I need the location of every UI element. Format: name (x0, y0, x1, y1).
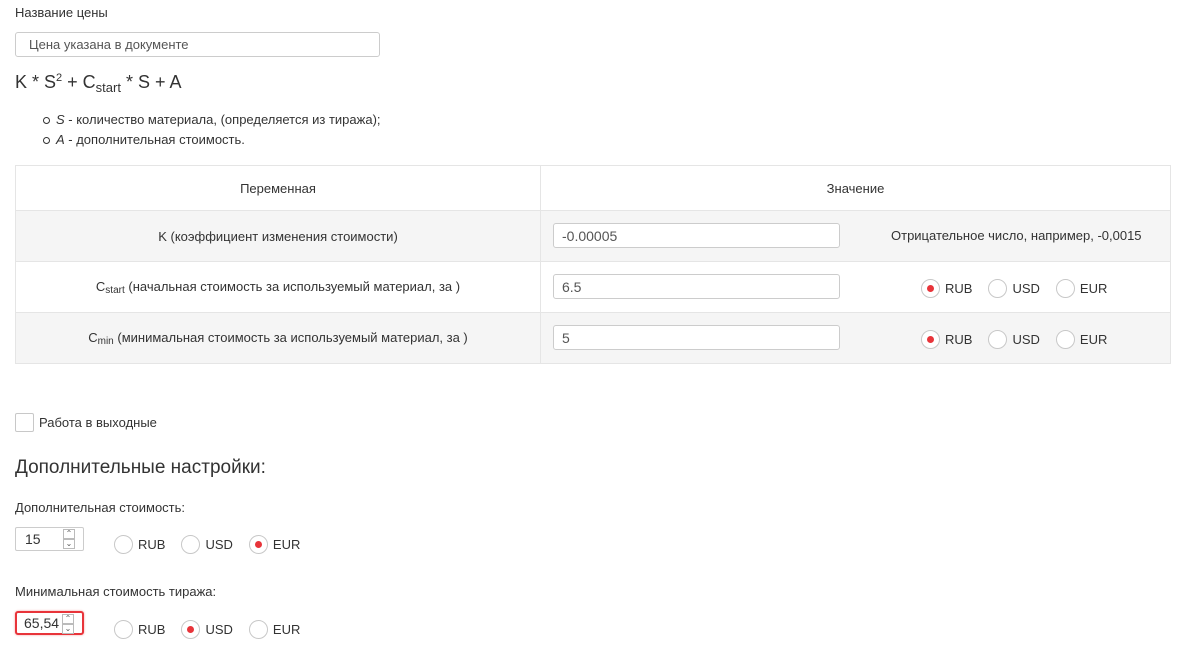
var-rest: (начальная стоимость за используемый мат… (124, 278, 461, 294)
var-sub: start (105, 284, 125, 296)
additional-cost-label: Дополнительная стоимость: (15, 500, 186, 515)
price-settings-page: Название цены K * S2 + Cstart * S + A S … (0, 0, 1186, 654)
spinner-arrows: ⌃ ⌄ (62, 614, 74, 634)
legend-text: - количество материала, (определяется из… (64, 112, 381, 127)
price-name-input[interactable] (15, 32, 380, 57)
formula-subscript: start (95, 80, 121, 95)
var-main: C (88, 329, 98, 345)
radio-circle[interactable] (1055, 279, 1075, 298)
radio-rub[interactable]: RUB (114, 535, 165, 554)
radio-label: EUR (272, 537, 301, 552)
min-run-cost-value: 65,54 (24, 615, 60, 631)
min-run-cost-label: Минимальная стоимость тиража: (15, 584, 217, 599)
c-start-input[interactable] (553, 274, 840, 299)
radio-label: USD (205, 622, 233, 637)
price-name-label: Название цены (15, 5, 108, 20)
radio-circle[interactable] (248, 620, 268, 639)
variables-table: Переменная Значение K (коэффициент измен… (15, 165, 1171, 364)
table-row-k: K (коэффициент изменения стоимости) Отри… (15, 210, 1171, 262)
additional-settings-title: Дополнительные настройки: (15, 457, 266, 478)
radio-label: USD (1012, 332, 1040, 347)
radio-rub[interactable]: RUB (114, 620, 165, 639)
min-run-cost-spinner[interactable]: 65,54 ⌃ ⌄ (15, 611, 84, 635)
variable-name: K (коэффициент изменения стоимости) (15, 210, 541, 262)
radio-circle[interactable] (988, 330, 1008, 349)
k-coefficient-hint: Отрицательное число, например, -0,0015 (891, 228, 1142, 243)
additional-cost-spinner[interactable]: 15 ⌃ ⌄ (15, 527, 84, 551)
radio-label: EUR (272, 622, 301, 637)
legend-item-a: A - дополнительная стоимость. (43, 130, 381, 150)
chevron-down-icon[interactable]: ⌄ (62, 624, 74, 634)
min-run-cost-currency-group: RUB USD EUR (114, 620, 316, 639)
pricing-formula: K * S2 + Cstart * S + A (15, 72, 182, 95)
formula-part-3: * S + A (120, 72, 182, 92)
weekend-work-option[interactable]: Работа в выходные (15, 413, 157, 432)
radio-eur[interactable]: EUR (1055, 330, 1108, 349)
c-min-currency-group: RUB USD EUR (921, 330, 1123, 349)
radio-eur[interactable]: EUR (1055, 279, 1108, 298)
variable-value-cell: Отрицательное число, например, -0,0015 (540, 210, 1171, 262)
radio-circle[interactable] (114, 620, 133, 639)
radio-circle[interactable] (114, 535, 133, 554)
radio-label: RUB (138, 622, 166, 637)
chevron-up-icon[interactable]: ⌃ (62, 614, 74, 624)
radio-circle[interactable] (181, 620, 201, 639)
weekend-work-label: Работа в выходные (39, 415, 157, 430)
legend-text: - дополнительная стоимость. (64, 132, 245, 147)
radio-label: EUR (1079, 281, 1108, 296)
radio-circle[interactable] (248, 535, 268, 554)
radio-usd[interactable]: USD (181, 620, 233, 639)
radio-label: USD (205, 537, 233, 552)
additional-cost-currency-group: RUB USD EUR (114, 535, 316, 554)
radio-usd[interactable]: USD (181, 535, 233, 554)
k-coefficient-input[interactable] (553, 223, 840, 248)
chevron-up-icon[interactable]: ⌃ (63, 529, 75, 539)
header-variable: Переменная (15, 165, 541, 211)
table-row-c-min: Cmin (минимальная стоимость за используе… (15, 312, 1171, 364)
additional-cost-value: 15 (25, 531, 41, 547)
table-row-c-start: Cstart (начальная стоимость за используе… (15, 261, 1171, 313)
variable-value-cell: RUB USD EUR (540, 261, 1171, 313)
radio-label: EUR (1079, 332, 1108, 347)
legend-item-s: S - количество материала, (определяется … (43, 110, 381, 130)
legend-var: S (56, 112, 65, 127)
spinner-arrows: ⌃ ⌄ (63, 529, 75, 549)
legend-var: A (56, 132, 65, 147)
radio-label: RUB (945, 332, 973, 347)
radio-rub[interactable]: RUB (921, 279, 972, 298)
var-sub: min (97, 335, 114, 347)
chevron-down-icon[interactable]: ⌄ (63, 539, 75, 549)
var-rest: (минимальная стоимость за используемый м… (113, 329, 468, 345)
table-header-row: Переменная Значение (15, 165, 1171, 211)
radio-usd[interactable]: USD (988, 279, 1040, 298)
radio-circle[interactable] (181, 535, 201, 554)
radio-usd[interactable]: USD (988, 330, 1040, 349)
formula-part-2: + C (62, 72, 96, 92)
radio-label: RUB (138, 537, 166, 552)
header-value: Значение (540, 165, 1171, 211)
formula-legend: S - количество материала, (определяется … (43, 110, 381, 150)
radio-circle[interactable] (921, 279, 940, 298)
radio-circle[interactable] (988, 279, 1008, 298)
variable-name: Cstart (начальная стоимость за используе… (15, 261, 541, 313)
weekend-work-checkbox[interactable] (15, 413, 34, 432)
variable-name: Cmin (минимальная стоимость за используе… (15, 312, 541, 364)
c-start-currency-group: RUB USD EUR (921, 279, 1123, 298)
radio-circle[interactable] (1055, 330, 1075, 349)
radio-rub[interactable]: RUB (921, 330, 972, 349)
radio-eur[interactable]: EUR (248, 535, 301, 554)
var-main: C (95, 278, 106, 294)
radio-label: RUB (945, 281, 973, 296)
variable-value-cell: RUB USD EUR (540, 312, 1171, 364)
formula-part-1: K * S (15, 72, 57, 92)
c-min-input[interactable] (553, 325, 840, 350)
radio-eur[interactable]: EUR (248, 620, 301, 639)
radio-circle[interactable] (921, 330, 940, 349)
radio-label: USD (1012, 281, 1040, 296)
